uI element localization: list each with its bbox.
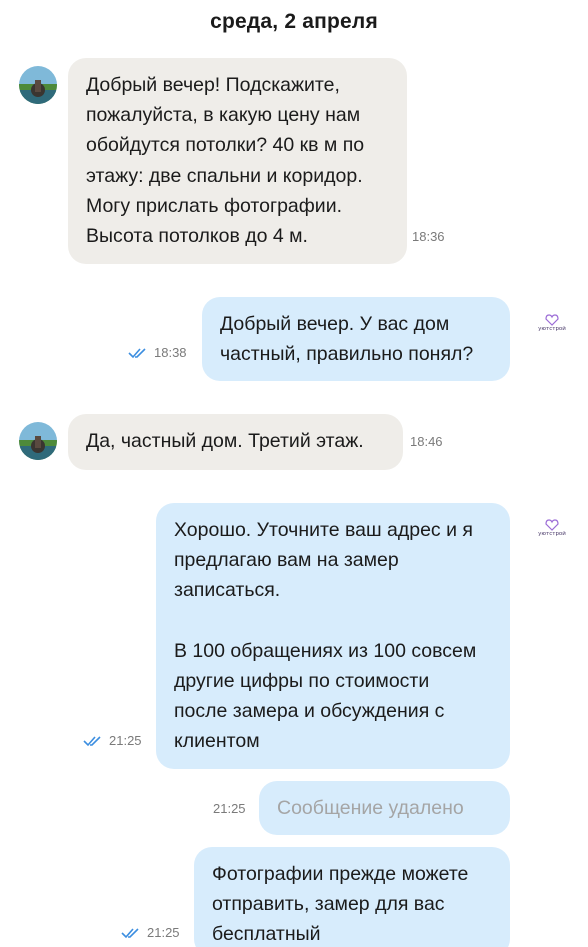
double-check-icon	[121, 927, 139, 938]
message-bubble-incoming[interactable]: Да, частный дом. Третий этаж.	[68, 414, 403, 470]
message-text-line: обойдутся потолки? 40 кв м по	[86, 134, 365, 157]
message-status: 21:25	[83, 733, 142, 748]
message-status: 21:25	[121, 925, 180, 940]
brand-name: уютстрой	[538, 326, 566, 332]
avatar-photo-icon	[19, 422, 57, 460]
message-text-line: Фотографии прежде можете	[212, 863, 469, 885]
date-header: среда, 2 апреля	[210, 10, 378, 33]
contact-avatar[interactable]	[19, 422, 57, 460]
message-text-line: В 100 обращениях из 100 совсем	[174, 639, 477, 662]
message-text-line: пожалуйста, в какую цену нам	[86, 104, 361, 127]
message-text-line: после замера и обсуждения с	[174, 700, 445, 723]
brand-logo: уютстрой	[534, 313, 570, 335]
contact-avatar[interactable]	[19, 66, 57, 104]
message-bubble-outgoing[interactable]: Фотографии прежде можете отправить, заме…	[194, 847, 510, 947]
message-status: 18:38	[128, 345, 187, 360]
message-time: 18:46	[410, 434, 443, 449]
message-text-line: записаться.	[174, 579, 281, 602]
message-text-line: Да, частный дом. Третий этаж.	[86, 430, 364, 452]
double-check-icon	[83, 735, 101, 746]
message-text-line: Добрый вечер! Подскажите,	[86, 74, 340, 96]
message-text-line: другие цифры по стоимости	[174, 670, 430, 692]
brand-logo: уютстрой	[534, 518, 570, 540]
brand-heart-icon	[545, 314, 559, 326]
brand-heart-icon	[545, 519, 559, 531]
message-time: 21:25	[109, 733, 142, 748]
message-text-line: этажу: две спальни и коридор.	[86, 164, 363, 187]
message-text-line: Высота потолков до 4 м.	[86, 225, 308, 248]
message-bubble-outgoing[interactable]: Хорошо. Уточните ваш адрес и я предлагаю…	[156, 503, 510, 769]
message-time: 18:38	[154, 345, 187, 360]
message-bubble-outgoing[interactable]: Добрый вечер. У вас дом частный, правиль…	[202, 297, 510, 381]
message-text-line: Хорошо. Уточните ваш адрес и я	[174, 519, 473, 541]
double-check-icon	[128, 347, 146, 358]
message-time: 21:25	[147, 925, 180, 940]
message-time: 18:36	[412, 229, 445, 244]
message-bubble-deleted[interactable]: Сообщение удалено	[259, 781, 510, 835]
message-text-line: клиентом	[174, 730, 260, 753]
message-text-line: предлагаю вам на замер	[174, 549, 399, 572]
deleted-message-text: Сообщение удалено	[277, 797, 464, 819]
message-text-line: частный, правильно понял?	[220, 343, 474, 366]
message-text-line: Могу прислать фотографии.	[86, 194, 343, 217]
brand-name: уютстрой	[538, 531, 566, 537]
message-text-line: Добрый вечер. У вас дом	[220, 313, 450, 335]
message-text-line: бесплатный	[212, 923, 321, 946]
message-time: 21:25	[213, 801, 246, 816]
avatar-photo-icon	[19, 66, 57, 104]
message-text-line: отправить, замер для вас	[212, 893, 445, 916]
message-bubble-incoming[interactable]: Добрый вечер! Подскажите, пожалуйста, в …	[68, 58, 407, 264]
